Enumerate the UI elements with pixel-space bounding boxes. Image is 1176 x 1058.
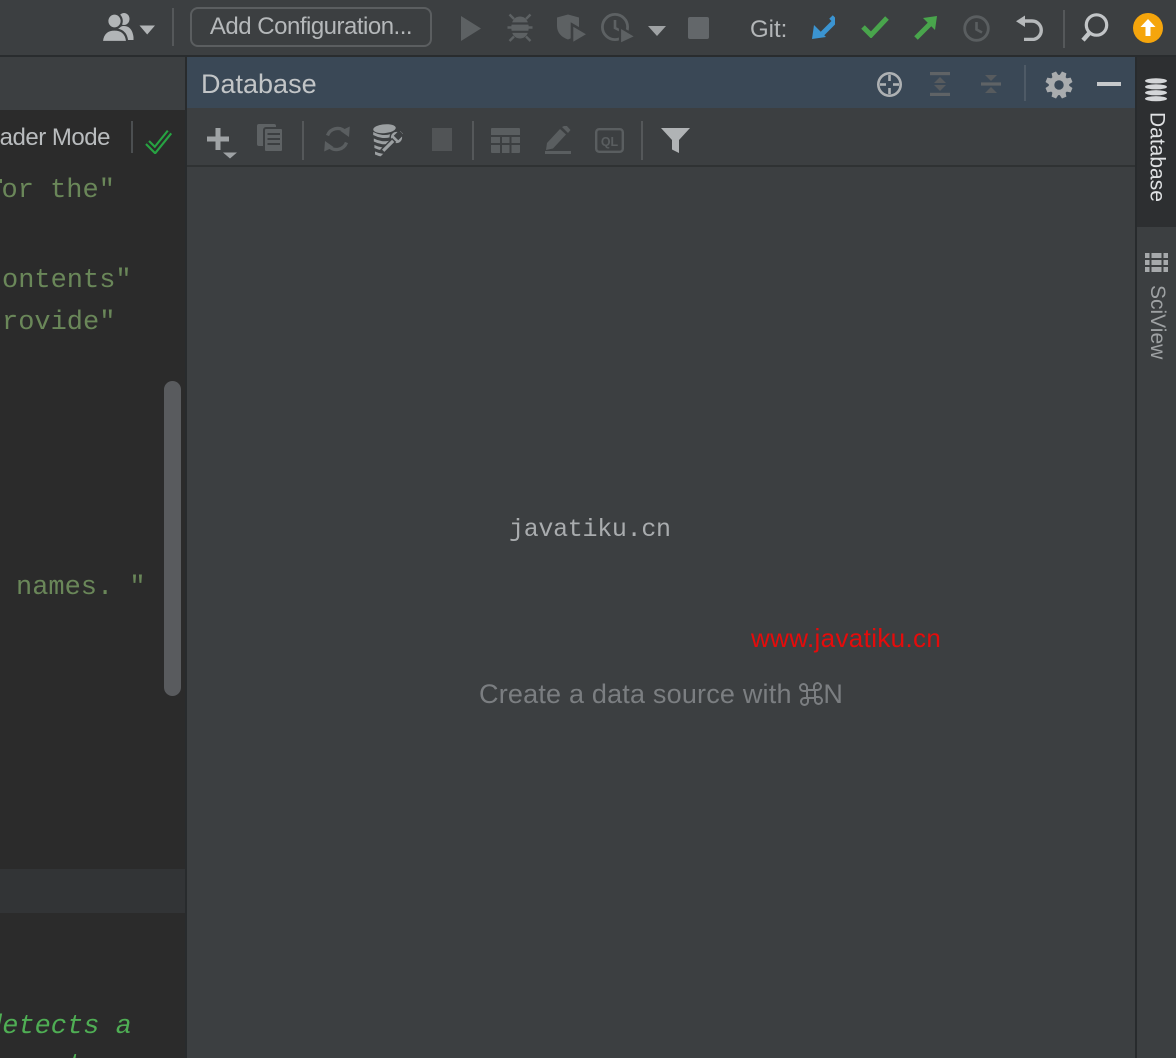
svg-text:QL: QL	[601, 135, 619, 149]
